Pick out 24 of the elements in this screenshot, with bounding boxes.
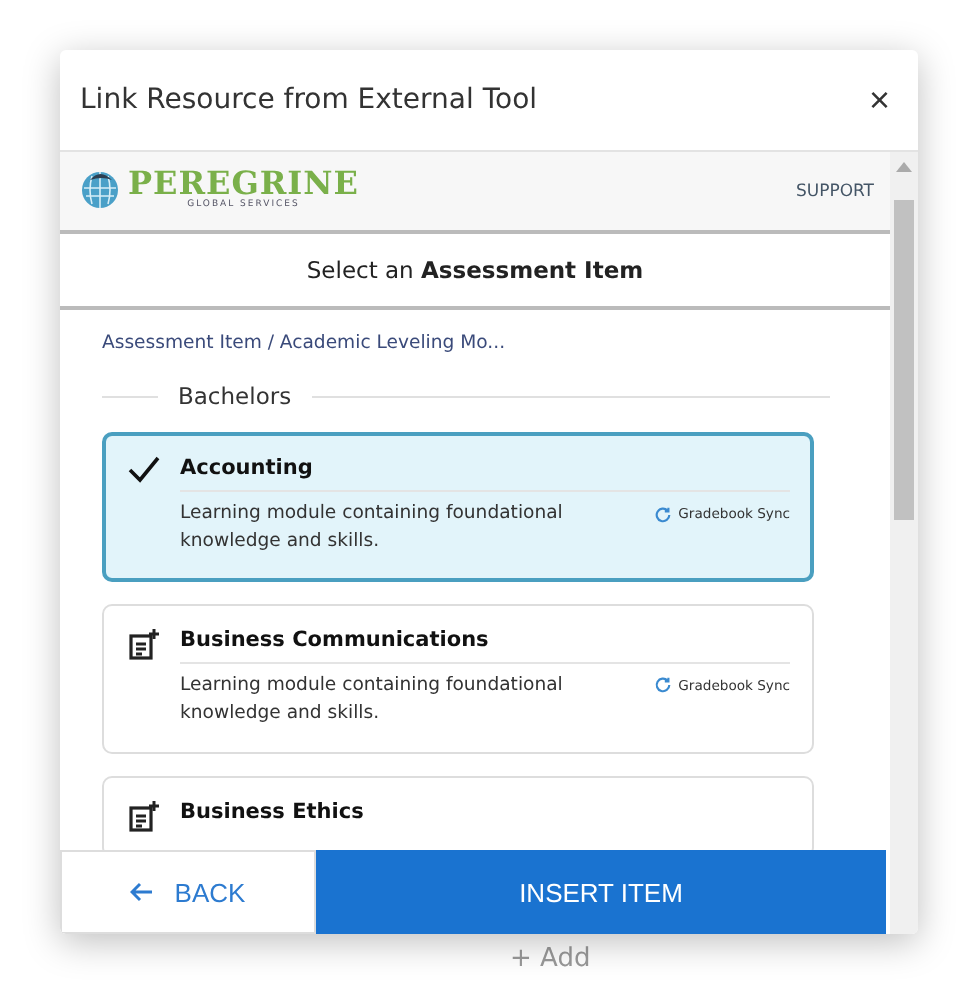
close-button[interactable]: ×: [868, 79, 890, 121]
section-heading: Select an Assessment Item: [60, 234, 890, 310]
globe-icon: [80, 170, 120, 211]
item-description: Learning module containing foundational knowledge and skills.: [180, 671, 565, 729]
add-label: + Add: [510, 944, 591, 974]
group-label: Bachelors: [178, 382, 292, 410]
item-title: Business Communications: [180, 627, 491, 656]
insert-button[interactable]: INSERT ITEM: [316, 850, 886, 934]
check-icon: [128, 456, 160, 484]
item-description: Learning module containing foundational knowledge and skills.: [180, 500, 565, 557]
sync-icon: [654, 505, 673, 523]
support-link[interactable]: SUPPORT: [795, 181, 874, 201]
back-button[interactable]: BACK: [60, 850, 316, 934]
arrow-left-icon: [130, 882, 155, 902]
sync-icon: [654, 676, 673, 695]
scrollbar[interactable]: [890, 152, 918, 934]
dialog-title: Link Resource from External Tool: [80, 84, 538, 116]
logo-name: PEREGRINE: [128, 168, 359, 201]
item-title: Accounting: [180, 456, 315, 484]
scroll-up-icon[interactable]: [896, 160, 912, 172]
item-title: Business Ethics: [180, 799, 366, 828]
breadcrumb-link[interactable]: Assessment Item / Academic Leveling Mo...: [102, 332, 890, 354]
note-add-icon: [128, 627, 160, 660]
note-add-icon: [128, 799, 160, 832]
